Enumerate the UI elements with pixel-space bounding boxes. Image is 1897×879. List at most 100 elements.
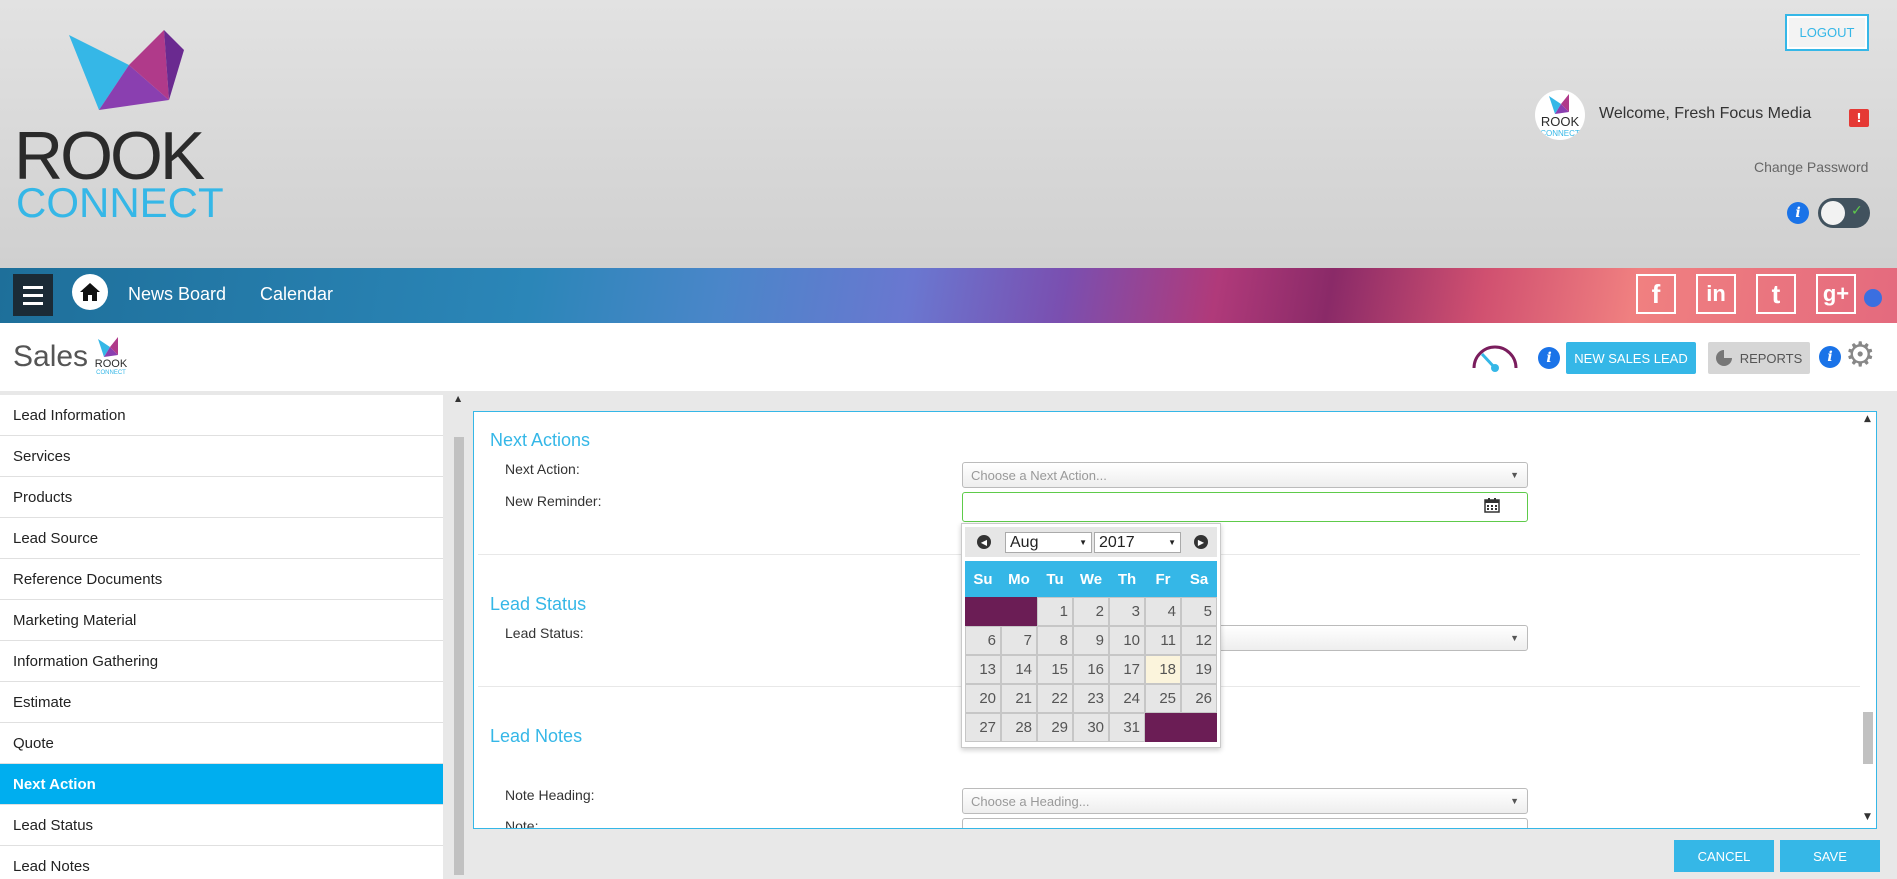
sidebar-item-quote[interactable]: Quote <box>0 723 443 764</box>
sidebar-item-estimate[interactable]: Estimate <box>0 682 443 723</box>
day-cell[interactable]: 3 <box>1109 597 1145 626</box>
day-cell[interactable]: 15 <box>1037 655 1073 684</box>
toggle-knob <box>1821 201 1845 225</box>
scroll-up-icon[interactable]: ▲ <box>1864 414 1871 424</box>
hamburger-menu-button[interactable] <box>13 274 53 316</box>
day-cell[interactable]: 30 <box>1073 713 1109 742</box>
day-cell[interactable]: 12 <box>1181 626 1217 655</box>
page-scrollbar[interactable]: ▲ <box>452 391 466 879</box>
panel-scrollbar[interactable]: ▲ ▼ <box>1860 412 1876 828</box>
nav-link-news-board[interactable]: News Board <box>128 284 226 305</box>
sidebar-item-services[interactable]: Services <box>0 436 443 477</box>
note-heading-select[interactable]: Choose a Heading... ▼ <box>962 788 1528 814</box>
day-cell[interactable]: 20 <box>965 684 1001 713</box>
logout-button[interactable]: LOGOUT <box>1785 14 1869 51</box>
month-select[interactable]: Aug ▼ <box>1005 532 1092 553</box>
day-cell[interactable]: 19 <box>1181 655 1217 684</box>
note-textarea[interactable] <box>962 818 1528 828</box>
day-cell[interactable]: 27 <box>965 713 1001 742</box>
reports-button[interactable]: REPORTS <box>1708 342 1810 374</box>
calendar-icon[interactable] <box>1484 497 1500 513</box>
sidebar-item-products[interactable]: Products <box>0 477 443 518</box>
sidebar-item-lead-notes[interactable]: Lead Notes <box>0 846 443 879</box>
day-cell[interactable]: 28 <box>1001 713 1037 742</box>
home-icon <box>80 283 100 301</box>
settings-toggle[interactable]: ✓ <box>1818 198 1870 228</box>
note-label: Note: <box>505 818 539 829</box>
sidebar-item-lead-information[interactable]: Lead Information <box>0 395 443 436</box>
day-cell[interactable]: 14 <box>1001 655 1037 684</box>
scrollbar-thumb[interactable] <box>1863 712 1873 764</box>
save-button[interactable]: SAVE <box>1780 840 1880 872</box>
day-cell[interactable]: 21 <box>1001 684 1037 713</box>
logo-wordmark-secondary: CONNECT <box>16 179 224 226</box>
next-month-icon[interactable]: ▶ <box>1194 535 1208 549</box>
next-action-select[interactable]: Choose a Next Action... ▼ <box>962 462 1528 488</box>
logo-mark-icon <box>69 30 184 110</box>
day-cell[interactable]: 2 <box>1073 597 1109 626</box>
scroll-up-icon[interactable]: ▲ <box>455 394 461 403</box>
month-value: Aug <box>1010 533 1039 551</box>
day-cell[interactable]: 9 <box>1073 626 1109 655</box>
day-cell[interactable]: 25 <box>1145 684 1181 713</box>
reminder-date-input[interactable] <box>962 492 1528 522</box>
scroll-down-icon[interactable]: ▼ <box>1864 812 1871 822</box>
new-sales-lead-button[interactable]: NEW SALES LEAD <box>1566 342 1696 374</box>
day-cell[interactable]: 31 <box>1109 713 1145 742</box>
info-icon[interactable]: i <box>1787 202 1809 224</box>
next-action-placeholder: Choose a Next Action... <box>971 467 1107 483</box>
home-button[interactable] <box>72 274 108 310</box>
gauge-icon[interactable] <box>1470 340 1520 372</box>
chevron-down-icon: ▼ <box>1510 633 1519 643</box>
day-cell[interactable]: 8 <box>1037 626 1073 655</box>
day-cell[interactable]: 29 <box>1037 713 1073 742</box>
day-cell[interactable]: 23 <box>1073 684 1109 713</box>
day-cell-today[interactable]: 18 <box>1145 655 1181 684</box>
nav-link-calendar[interactable]: Calendar <box>260 284 333 305</box>
day-cell[interactable]: 4 <box>1145 597 1181 626</box>
chevron-down-icon: ▼ <box>1168 538 1176 547</box>
section-title-lead-status: Lead Status <box>490 594 587 614</box>
day-cell[interactable]: 16 <box>1073 655 1109 684</box>
day-cell[interactable]: 11 <box>1145 626 1181 655</box>
cancel-button[interactable]: CANCEL <box>1674 840 1774 872</box>
google-plus-icon[interactable]: g+ <box>1816 274 1856 314</box>
week-row: 13 14 15 16 17 18 19 <box>965 655 1217 684</box>
day-cell[interactable]: 22 <box>1037 684 1073 713</box>
day-cell[interactable]: 13 <box>965 655 1001 684</box>
year-select[interactable]: 2017 ▼ <box>1094 532 1181 553</box>
notification-dot-icon[interactable] <box>1864 289 1882 307</box>
sidebar-item-lead-source[interactable]: Lead Source <box>0 518 443 559</box>
sidebar-item-reference-documents[interactable]: Reference Documents <box>0 559 443 600</box>
sidebar-item-information-gathering[interactable]: Information Gathering <box>0 641 443 682</box>
info-icon[interactable]: i <box>1819 346 1841 368</box>
avatar[interactable]: ROOK CONNECT <box>1535 90 1585 140</box>
sidebar-item-lead-status[interactable]: Lead Status <box>0 805 443 846</box>
gear-icon[interactable]: ⚙ <box>1845 338 1875 372</box>
change-password-link[interactable]: Change Password <box>1754 159 1868 175</box>
date-grid: 1 2 3 4 5 6 7 8 9 10 11 12 13 14 15 16 17 18 19 20 21 22 23 24 2… <box>965 597 1217 742</box>
day-cell[interactable]: 6 <box>965 626 1001 655</box>
linkedin-icon[interactable]: in <box>1696 274 1736 314</box>
scrollbar-thumb[interactable] <box>454 437 464 875</box>
day-cell[interactable]: 24 <box>1109 684 1145 713</box>
week-row: 20 21 22 23 24 25 26 <box>965 684 1217 713</box>
twitter-icon[interactable]: t <box>1756 274 1796 314</box>
menu-bar <box>23 286 43 289</box>
day-cell[interactable]: 17 <box>1109 655 1145 684</box>
info-icon[interactable]: i <box>1538 347 1560 369</box>
day-cell[interactable]: 26 <box>1181 684 1217 713</box>
day-cell[interactable]: 1 <box>1037 597 1073 626</box>
day-cell[interactable]: 7 <box>1001 626 1037 655</box>
facebook-icon[interactable]: f <box>1636 274 1676 314</box>
day-cell[interactable]: 5 <box>1181 597 1217 626</box>
empty-day-cell <box>1001 597 1037 626</box>
lead-status-label: Lead Status: <box>505 625 584 641</box>
sidebar-item-marketing-material[interactable]: Marketing Material <box>0 600 443 641</box>
day-name: Sa <box>1189 570 1209 588</box>
sidebar-item-next-action[interactable]: Next Action <box>0 764 443 805</box>
alert-badge[interactable]: ! <box>1849 109 1869 127</box>
day-cell[interactable]: 10 <box>1109 626 1145 655</box>
rook-connect-logo: ROOK CONNECT <box>14 30 224 230</box>
previous-month-icon[interactable]: ◀ <box>977 535 991 549</box>
